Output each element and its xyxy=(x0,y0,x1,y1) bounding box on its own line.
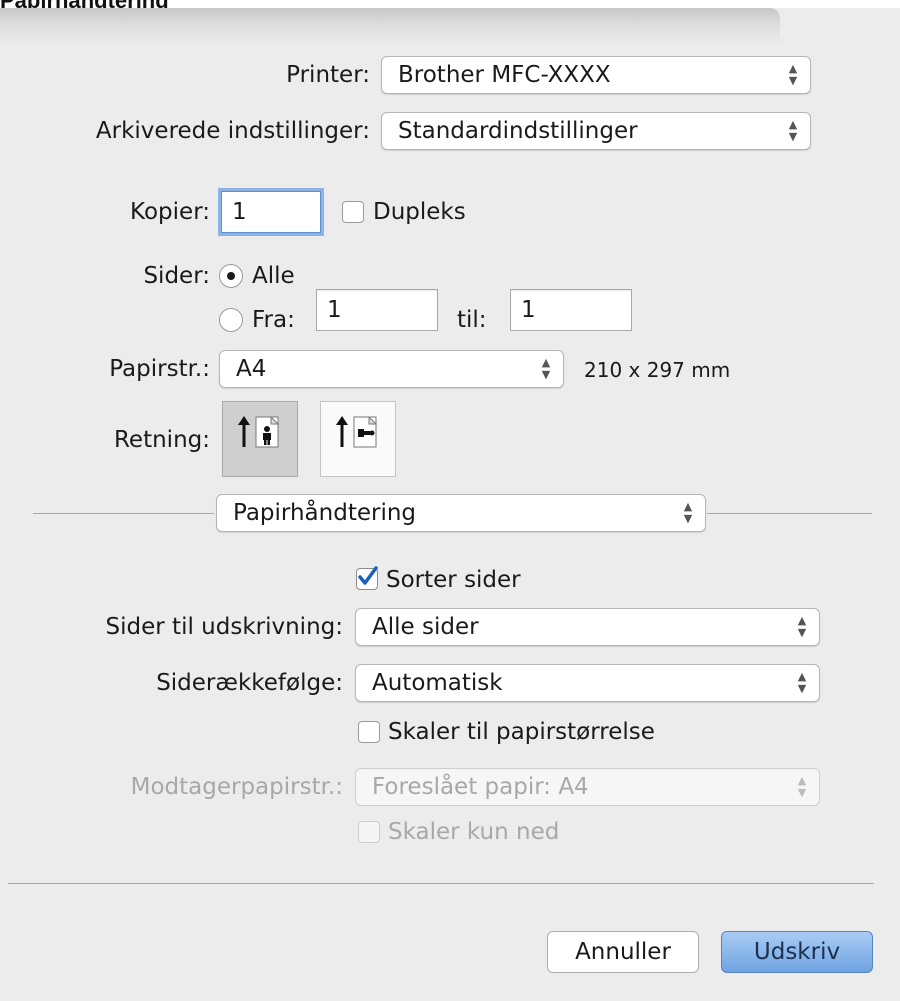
pages-from-radio[interactable] xyxy=(219,308,243,332)
presets-label: Arkiverede indstillinger: xyxy=(95,118,370,144)
cancel-button[interactable]: Annuller xyxy=(547,931,699,973)
presets-value: Standardindstillinger xyxy=(398,118,638,144)
paper-size-popup[interactable]: A4 ▲ ▼ xyxy=(219,350,564,388)
chevron-updown-icon: ▲ ▼ xyxy=(541,356,551,381)
radio-dot-icon xyxy=(227,272,235,280)
section-divider-left xyxy=(33,513,214,514)
scale-to-fit-checkbox[interactable] xyxy=(358,721,380,743)
section-popup[interactable]: Papirhåndtering ▲ ▼ xyxy=(216,494,706,532)
scale-to-fit-label: Skaler til papirstørrelse xyxy=(388,719,655,745)
scale-down-checkbox[interactable] xyxy=(358,821,380,843)
dest-paper-value: Foreslået papir: A4 xyxy=(372,774,589,800)
printer-label: Printer: xyxy=(286,62,370,88)
chevron-updown-icon: ▲ ▼ xyxy=(788,62,798,87)
dest-paper-label: Modtagerpapirstr.: xyxy=(130,774,343,800)
copies-field[interactable]: 1 xyxy=(221,191,321,233)
orientation-label: Retning: xyxy=(113,427,210,453)
duplex-label: Dupleks xyxy=(373,199,466,225)
printer-popup[interactable]: Brother MFC-XXXX ▲ ▼ xyxy=(381,56,811,94)
paper-size-label: Papirstr.: xyxy=(109,356,210,382)
landscape-orientation-icon xyxy=(336,416,378,448)
duplex-checkbox[interactable] xyxy=(342,201,364,223)
landscape-button[interactable] xyxy=(320,401,396,477)
section-divider-right xyxy=(707,513,872,514)
chevron-updown-icon: ▲ ▼ xyxy=(797,614,807,639)
presets-popup[interactable]: Standardindstillinger ▲ ▼ xyxy=(381,112,811,150)
chevron-updown-icon: ▲ ▼ xyxy=(683,500,693,525)
collate-label: Sorter sider xyxy=(386,567,521,593)
pages-all-label: Alle xyxy=(252,263,295,289)
pages-from-field[interactable]: 1 xyxy=(316,289,438,331)
paper-size-value: A4 xyxy=(236,356,267,382)
checkmark-icon xyxy=(358,566,378,585)
paper-dimensions: 210 x 297 mm xyxy=(584,358,731,382)
pages-all-radio[interactable] xyxy=(219,264,243,288)
footer-divider xyxy=(8,883,874,884)
printer-value: Brother MFC-XXXX xyxy=(398,62,611,88)
dialog-top-edge xyxy=(0,8,780,46)
chevron-updown-icon: ▲ ▼ xyxy=(797,670,807,695)
section-value: Papirhåndtering xyxy=(233,500,417,526)
scale-down-label: Skaler kun ned xyxy=(388,819,560,845)
pages-from-label: Fra: xyxy=(252,307,295,333)
pages-to-print-label: Sider til udskrivning: xyxy=(105,614,343,640)
portrait-orientation-icon xyxy=(238,416,280,448)
print-button[interactable]: Udskriv xyxy=(721,931,873,973)
pages-to-print-value: Alle sider xyxy=(372,614,479,640)
page-order-label: Siderækkefølge: xyxy=(156,670,343,696)
portrait-button[interactable] xyxy=(222,401,298,477)
pages-to-field[interactable]: 1 xyxy=(510,289,632,331)
collate-checkbox[interactable] xyxy=(356,566,378,590)
page-order-popup[interactable]: Automatisk ▲ ▼ xyxy=(355,664,820,702)
page-order-value: Automatisk xyxy=(372,670,503,696)
pages-to-label: til: xyxy=(457,307,487,333)
copies-label: Kopier: xyxy=(130,199,210,225)
print-dialog: Printer: Brother MFC-XXXX ▲ ▼ Arkiverede … xyxy=(0,8,900,1001)
pages-label: Sider: xyxy=(143,263,210,289)
pages-to-print-popup[interactable]: Alle sider ▲ ▼ xyxy=(355,608,820,646)
dest-paper-popup[interactable]: Foreslået papir: A4 ▲ ▼ xyxy=(355,768,820,806)
chevron-updown-icon: ▲ ▼ xyxy=(788,118,798,143)
chevron-updown-icon: ▲ ▼ xyxy=(797,774,807,799)
